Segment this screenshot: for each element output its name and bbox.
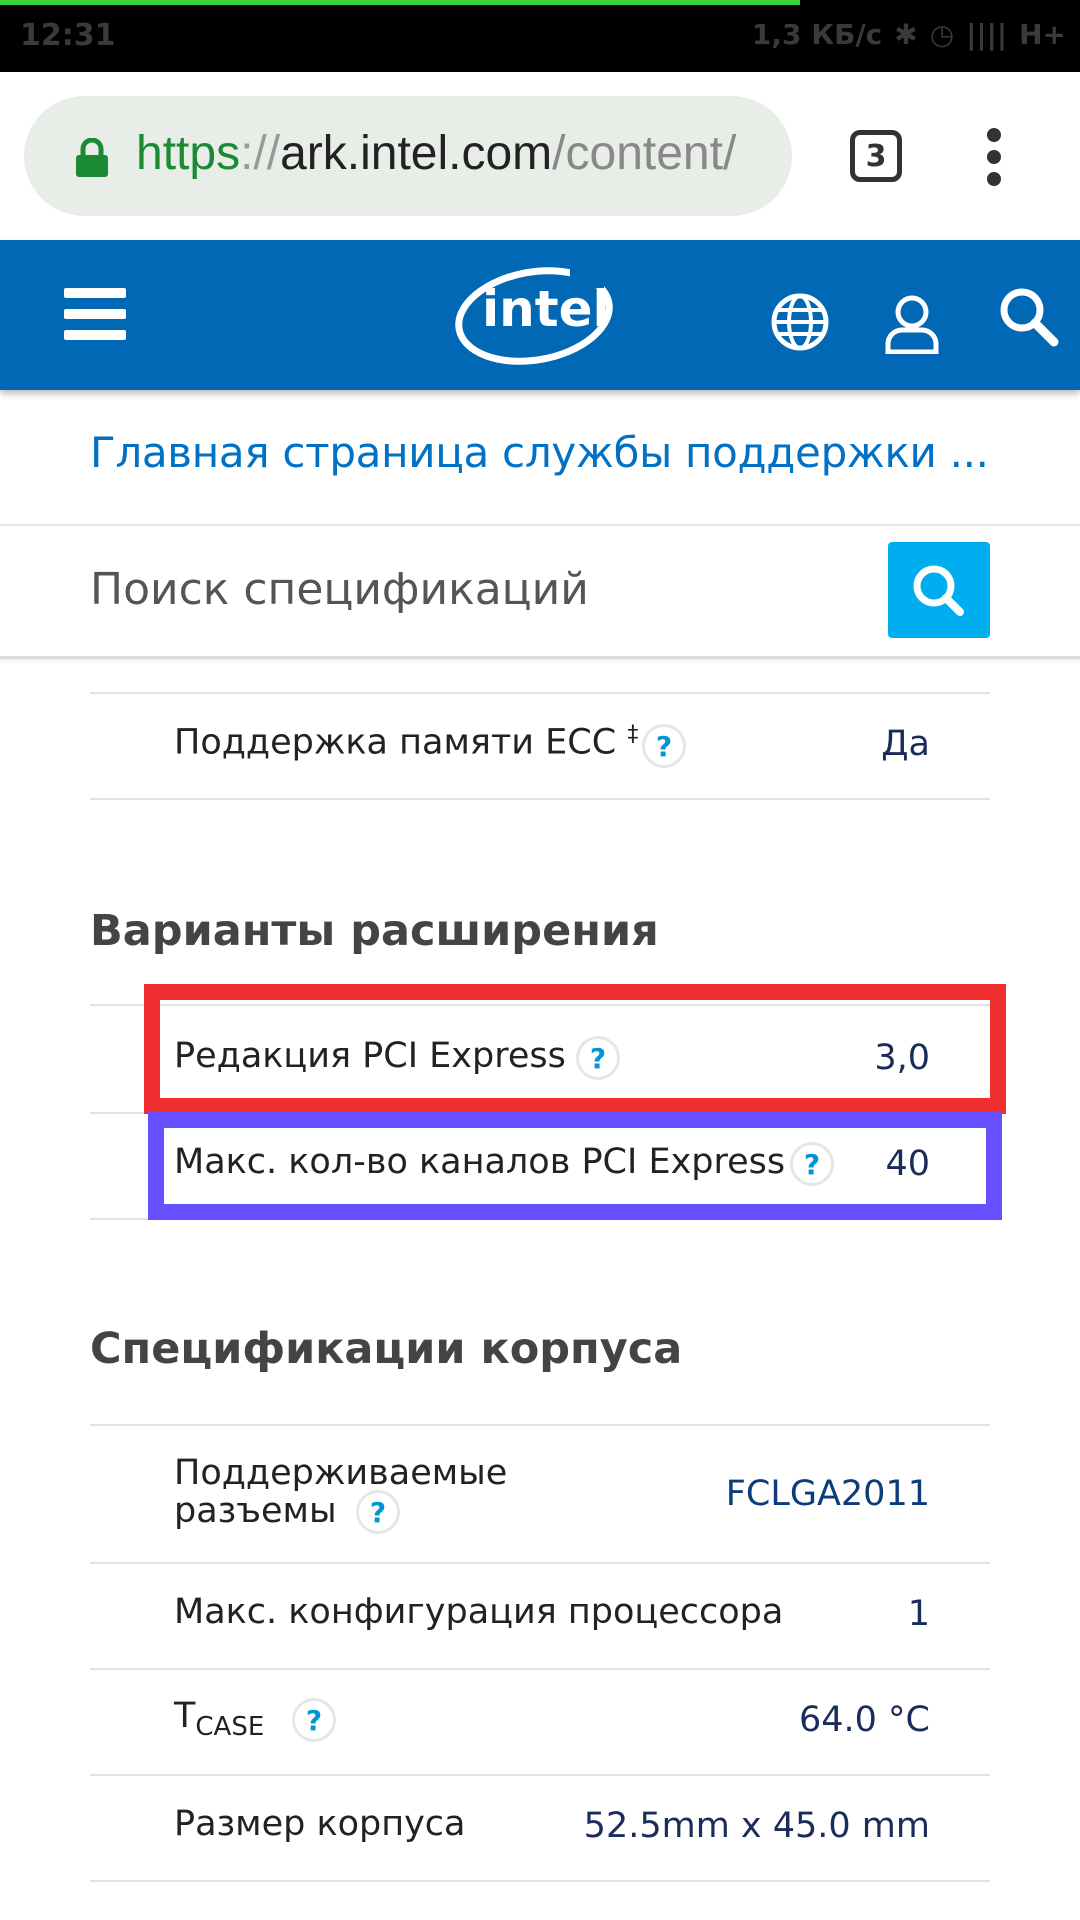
url-separator: :// [240, 127, 281, 180]
url-path: /content/ [552, 127, 737, 180]
globe-icon[interactable] [768, 290, 832, 354]
lock-icon [76, 138, 108, 177]
spec-label-ecc: Поддержка памяти ECC ‡ [174, 722, 638, 763]
highlight-annotation-purple [148, 1112, 1002, 1220]
spec-label-subscript: CASE [195, 1712, 265, 1742]
spec-label-line: разъемы [174, 1491, 337, 1531]
spec-label-line: Поддерживаемые [174, 1453, 508, 1493]
search-icon[interactable] [996, 284, 1060, 348]
help-icon[interactable]: ? [642, 724, 686, 768]
page-load-progress [0, 0, 800, 5]
spec-value-tcase: 64.0 °C [799, 1700, 930, 1740]
signal-icon: |||| [966, 18, 1008, 51]
spec-value-sockets[interactable]: FCLGA2011 [726, 1474, 930, 1514]
spec-label-sockets: Поддерживаемые разъемы [174, 1454, 507, 1530]
spec-value-package-size: 52.5mm x 45.0 mm [583, 1806, 930, 1846]
spec-value-max-cpu-config: 1 [907, 1594, 930, 1634]
row-divider [90, 692, 990, 694]
user-account-icon[interactable] [880, 290, 944, 354]
spec-label-tcase: TCASE [174, 1696, 264, 1742]
spec-label-package-size: Размер корпуса [174, 1804, 466, 1844]
highlight-annotation-red [144, 984, 1006, 1114]
breadcrumb[interactable]: Главная страница службы поддержки ... [90, 428, 989, 477]
section-title-package: Спецификации корпуса [90, 1324, 683, 1374]
spec-label-text: T [174, 1696, 196, 1736]
alarm-icon: ◷ [929, 18, 955, 51]
address-bar[interactable]: https://ark.intel.com/content/ [24, 96, 792, 216]
spec-search-input[interactable]: Поиск спецификаций [90, 564, 589, 615]
status-bar: 12:31 1,3 КБ/с ✱ ◷ |||| H+ [0, 0, 1080, 72]
row-divider [90, 1880, 990, 1882]
row-divider [90, 1562, 990, 1564]
row-divider [90, 798, 990, 800]
spec-value-ecc: Да [881, 724, 930, 764]
browser-toolbar: https://ark.intel.com/content/ 3 [0, 72, 1080, 240]
hamburger-menu-icon[interactable] [64, 288, 126, 340]
section-title-expansion: Варианты расширения [90, 906, 659, 956]
footnote-mark: ‡ [627, 722, 639, 747]
divider [0, 524, 1080, 526]
url-host: ark.intel.com [280, 127, 553, 180]
spec-label-max-cpu-config: Макс. конфигурация процессора [174, 1592, 784, 1632]
intel-logo[interactable]: intel [452, 256, 622, 368]
bluetooth-icon: ✱ [894, 18, 918, 51]
network-speed: 1,3 КБ/с [751, 18, 883, 51]
help-icon[interactable]: ? [292, 1698, 336, 1742]
row-divider [90, 1668, 990, 1670]
help-icon[interactable]: ? [356, 1490, 400, 1534]
svg-text:intel: intel [482, 280, 610, 338]
url-text: https://ark.intel.com/content/ [136, 126, 736, 181]
spec-label-text: Поддержка памяти ECC [174, 722, 617, 763]
status-time: 12:31 [20, 18, 116, 53]
overflow-menu-icon[interactable] [982, 128, 1006, 188]
divider [0, 656, 1080, 659]
search-icon [913, 565, 964, 616]
status-icons: 1,3 КБ/с ✱ ◷ |||| H+ [752, 18, 1066, 51]
row-divider [90, 1774, 990, 1776]
site-header: intel [0, 240, 1080, 390]
url-scheme: https [136, 127, 241, 180]
tab-switcher-button[interactable]: 3 [850, 130, 902, 182]
network-type: H+ [1019, 18, 1066, 51]
row-divider [90, 1424, 990, 1426]
spec-search-button[interactable] [888, 542, 990, 638]
